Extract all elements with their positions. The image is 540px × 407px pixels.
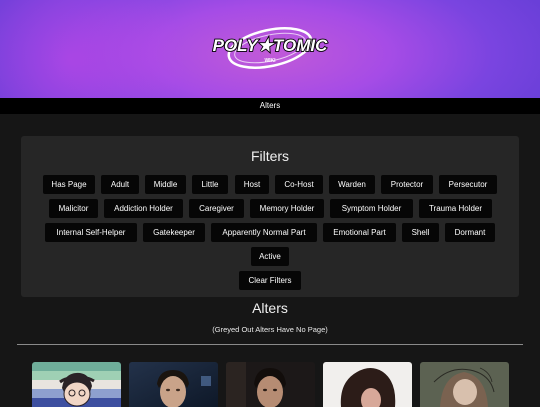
logo-subtext: WIKI: [264, 58, 276, 64]
alter-card[interactable]: [32, 362, 121, 407]
section-divider: [17, 344, 523, 345]
filter-button-memory-holder[interactable]: Memory Holder: [250, 199, 324, 218]
filter-button-dormant[interactable]: Dormant: [445, 223, 495, 242]
filter-button-little[interactable]: Little: [192, 175, 228, 194]
filter-button-protector[interactable]: Protector: [381, 175, 433, 194]
alter-card[interactable]: [323, 362, 412, 407]
cartoon-boy-avatar-icon: [32, 362, 121, 407]
nav-item-alters[interactable]: Alters: [260, 101, 280, 110]
filter-button-middle[interactable]: Middle: [145, 175, 186, 194]
filter-button-adult[interactable]: Adult: [101, 175, 139, 194]
alters-heading: Alters: [252, 300, 288, 316]
alter-card[interactable]: [226, 362, 315, 407]
filters-heading: Filters: [250, 148, 290, 164]
filter-button-gatekeeper[interactable]: Gatekeeper: [143, 223, 205, 242]
filter-button-internal-self-helper[interactable]: Internal Self-Helper: [45, 223, 137, 242]
sketch-girl-avatar-icon: [420, 362, 509, 407]
filter-button-trauma-holder[interactable]: Trauma Holder: [419, 199, 492, 218]
filter-button-symptom-holder[interactable]: Symptom Holder: [330, 199, 413, 218]
filter-button-persecutor[interactable]: Persecutor: [439, 175, 497, 194]
android-man-avatar-icon: [129, 362, 218, 407]
nav-bar: Alters: [0, 98, 540, 114]
filter-button-caregiver[interactable]: Caregiver: [189, 199, 244, 218]
filter-button-addiction-holder[interactable]: Addiction Holder: [104, 199, 183, 218]
filter-button-has-page[interactable]: Has Page: [43, 175, 95, 194]
android-man-dark-avatar-icon: [226, 362, 315, 407]
polytomic-logo-icon: POLY★TOMIC WIKI: [212, 27, 329, 69]
site-banner: POLY★TOMIC WIKI: [0, 0, 540, 98]
dark-hair-avatar-icon: [323, 362, 412, 407]
alter-card[interactable]: [420, 362, 509, 407]
alters-subtitle: (Greyed Out Alters Have No Page): [212, 325, 328, 334]
filter-button-host[interactable]: Host: [235, 175, 269, 194]
clear-filters-button[interactable]: Clear Filters: [239, 271, 301, 290]
filter-button-malicitor[interactable]: Malicitor: [49, 199, 98, 218]
filter-button-apparently-normal-part[interactable]: Apparently Normal Part: [211, 223, 317, 242]
logo-text: POLY★TOMIC: [213, 36, 328, 55]
filter-button-emotional-part[interactable]: Emotional Part: [323, 223, 396, 242]
filter-button-warden[interactable]: Warden: [329, 175, 375, 194]
filter-button-active[interactable]: Active: [251, 247, 289, 266]
filter-button-co-host[interactable]: Co-Host: [275, 175, 323, 194]
alter-card[interactable]: [129, 362, 218, 407]
filter-button-shell[interactable]: Shell: [402, 223, 439, 242]
site-logo[interactable]: POLY★TOMIC WIKI: [195, 22, 345, 76]
